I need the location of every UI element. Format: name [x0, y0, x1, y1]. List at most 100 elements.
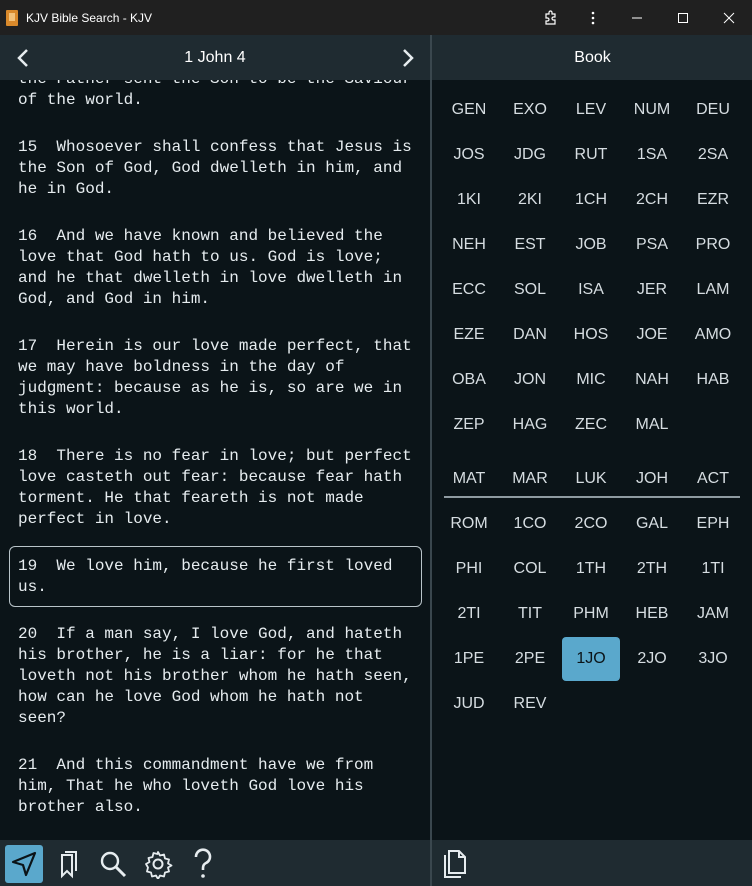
verse-item[interactable]: 20 If a man say, I love God, and hateth h… — [18, 624, 414, 729]
book-neh[interactable]: NEH — [440, 223, 498, 267]
book-lam[interactable]: LAM — [684, 268, 742, 312]
book-dan[interactable]: DAN — [501, 313, 559, 357]
book-mic[interactable]: MIC — [562, 358, 620, 402]
book-pro[interactable]: PRO — [684, 223, 742, 267]
book-1co[interactable]: 1CO — [501, 502, 559, 546]
book-1ki[interactable]: 1KI — [440, 178, 498, 222]
book-jos[interactable]: JOS — [440, 133, 498, 177]
book-2sa[interactable]: 2SA — [684, 133, 742, 177]
app-book-icon — [6, 9, 18, 26]
book-num[interactable]: NUM — [623, 88, 681, 132]
book-jud[interactable]: JUD — [440, 682, 498, 726]
close-icon[interactable] — [706, 0, 752, 35]
book-psa[interactable]: PSA — [623, 223, 681, 267]
book-1sa[interactable]: 1SA — [623, 133, 681, 177]
book-phi[interactable]: PHI — [440, 547, 498, 591]
verse-item[interactable]: 16 And we have known and believed the lov… — [18, 226, 414, 310]
minimize-icon[interactable] — [614, 0, 660, 35]
book-job[interactable]: JOB — [562, 223, 620, 267]
verse-line: love that God hath to us. God is love; — [18, 248, 383, 266]
reader-pane: 1 John 4 the Father sent the Son to be t… — [0, 35, 430, 886]
book-nah[interactable]: NAH — [623, 358, 681, 402]
book-hos[interactable]: HOS — [562, 313, 620, 357]
book-heb[interactable]: HEB — [623, 592, 681, 636]
book-act[interactable]: ACT — [684, 457, 742, 501]
book-2ki[interactable]: 2KI — [501, 178, 559, 222]
book-deu[interactable]: DEU — [684, 88, 742, 132]
book-2ch[interactable]: 2CH — [623, 178, 681, 222]
search-icon[interactable] — [94, 845, 132, 883]
navigate-icon[interactable] — [5, 845, 43, 883]
book-col[interactable]: COL — [501, 547, 559, 591]
chevron-left-icon[interactable] — [0, 35, 45, 80]
maximize-icon[interactable] — [660, 0, 706, 35]
verse-item[interactable]: 19 We love him, because he first loved us… — [18, 556, 414, 598]
book-luk[interactable]: LUK — [562, 457, 620, 501]
book-2co[interactable]: 2CO — [562, 502, 620, 546]
verse-line: 21 And this commandment have we from — [18, 756, 374, 774]
verse-line: the Son of God, God dwelleth in him, and — [18, 159, 403, 177]
book-2jo[interactable]: 2JO — [623, 637, 681, 681]
book-isa[interactable]: ISA — [562, 268, 620, 312]
chapter-title[interactable]: 1 John 4 — [184, 49, 245, 67]
book-exo[interactable]: EXO — [501, 88, 559, 132]
book-hab[interactable]: HAB — [684, 358, 742, 402]
reader-toolbar — [0, 840, 430, 886]
book-jer[interactable]: JER — [623, 268, 681, 312]
verse-item[interactable]: 17 Herein is our love made perfect, that… — [18, 336, 414, 420]
book-1jo[interactable]: 1JO — [562, 637, 620, 681]
book-amo[interactable]: AMO — [684, 313, 742, 357]
book-eze[interactable]: EZE — [440, 313, 498, 357]
book-ecc[interactable]: ECC — [440, 268, 498, 312]
book-zep[interactable]: ZEP — [440, 403, 498, 447]
book-joh[interactable]: JOH — [623, 457, 681, 501]
book-1pe[interactable]: 1PE — [440, 637, 498, 681]
book-rut[interactable]: RUT — [562, 133, 620, 177]
more-vert-icon[interactable] — [572, 0, 614, 35]
book-mal[interactable]: MAL — [623, 403, 681, 447]
extensions-icon[interactable] — [530, 0, 572, 35]
book-3jo[interactable]: 3JO — [684, 637, 742, 681]
book-2pe[interactable]: 2PE — [501, 637, 559, 681]
book-2th[interactable]: 2TH — [623, 547, 681, 591]
book-1ti[interactable]: 1TI — [684, 547, 742, 591]
verse-item[interactable]: 18 There is no fear in love; but perfect… — [18, 446, 414, 530]
book-1ch[interactable]: 1CH — [562, 178, 620, 222]
verse-item[interactable]: 21 And this commandment have we from him,… — [18, 755, 414, 818]
book-jon[interactable]: JON — [501, 358, 559, 402]
book-phm[interactable]: PHM — [562, 592, 620, 636]
book-gen[interactable]: GEN — [440, 88, 498, 132]
book-mar[interactable]: MAR — [501, 457, 559, 501]
book-ezr[interactable]: EZR — [684, 178, 742, 222]
book-sol[interactable]: SOL — [501, 268, 559, 312]
book-jam[interactable]: JAM — [684, 592, 742, 636]
book-est[interactable]: EST — [501, 223, 559, 267]
verse-line: 20 If a man say, I love God, and hateth — [18, 625, 403, 643]
help-icon[interactable] — [184, 845, 222, 883]
verse-line: torment. He that feareth is not made — [18, 489, 364, 507]
book-rom[interactable]: ROM — [440, 502, 498, 546]
verse-list[interactable]: the Father sent the Son to be the Saviou… — [0, 80, 430, 840]
bookmarks-icon[interactable] — [50, 845, 88, 883]
copy-icon[interactable] — [436, 845, 474, 883]
book-jdg[interactable]: JDG — [501, 133, 559, 177]
book-zec[interactable]: ZEC — [562, 403, 620, 447]
verse-line: him, That he who loveth God love his — [18, 777, 364, 795]
chevron-right-icon[interactable] — [385, 35, 430, 80]
verse-line: judgment: because as he is, so are we in — [18, 379, 403, 397]
settings-icon[interactable] — [139, 845, 177, 883]
book-2ti[interactable]: 2TI — [440, 592, 498, 636]
verse-item[interactable]: 15 Whosoever shall confess that Jesus is… — [18, 137, 414, 200]
window-title: KJV Bible Search - KJV — [26, 10, 153, 25]
book-lev[interactable]: LEV — [562, 88, 620, 132]
verse-item[interactable]: the Father sent the Son to be the Saviou… — [18, 80, 414, 111]
book-hag[interactable]: HAG — [501, 403, 559, 447]
book-gal[interactable]: GAL — [623, 502, 681, 546]
book-mat[interactable]: MAT — [440, 457, 498, 501]
book-joe[interactable]: JOE — [623, 313, 681, 357]
book-tit[interactable]: TIT — [501, 592, 559, 636]
book-oba[interactable]: OBA — [440, 358, 498, 402]
book-eph[interactable]: EPH — [684, 502, 742, 546]
book-1th[interactable]: 1TH — [562, 547, 620, 591]
book-rev[interactable]: REV — [501, 682, 559, 726]
